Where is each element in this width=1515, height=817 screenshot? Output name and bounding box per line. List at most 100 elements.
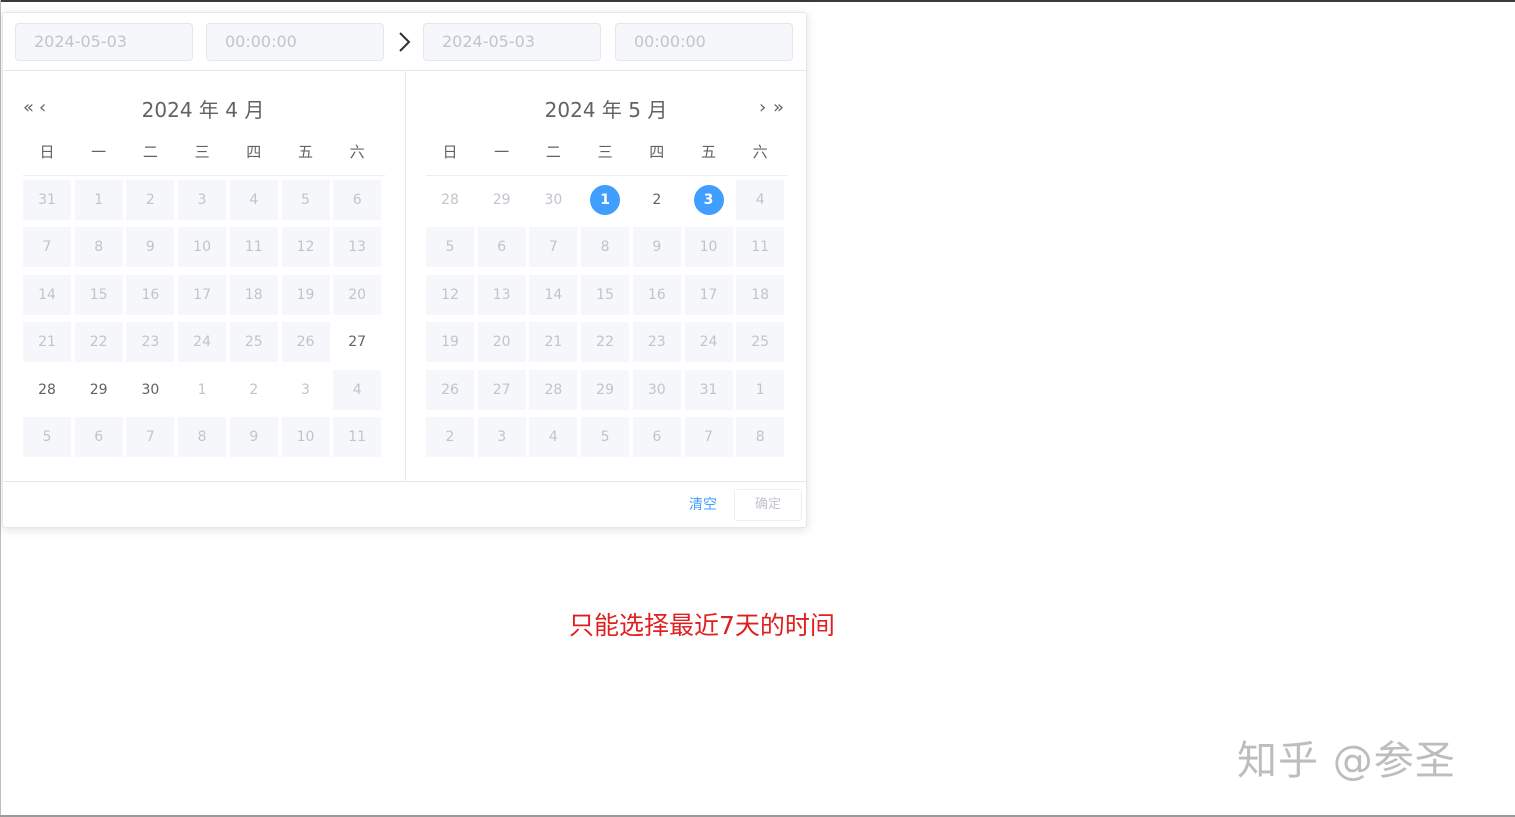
day-number: 22 — [596, 334, 614, 351]
day-number: 16 — [647, 286, 666, 303]
right-day-cell: 6 — [632, 417, 681, 457]
day-number: 29 — [596, 381, 614, 398]
left-day-cell[interactable]: 29 — [75, 370, 123, 410]
right-day-cell: 28 — [529, 369, 578, 410]
day-number: 13 — [492, 286, 511, 303]
left-day-cell[interactable]: 1 — [178, 370, 226, 410]
left-day-cell: 11 — [229, 227, 278, 268]
right-day-cell: 8 — [581, 227, 630, 268]
next-year-icon[interactable]: » — [773, 98, 784, 118]
right-day-cell: 15 — [581, 274, 630, 315]
left-day-cell: 11 — [333, 417, 382, 457]
left-day-cell[interactable]: 2 — [230, 370, 278, 410]
right-day-cell: 3 — [477, 417, 526, 457]
prev-month-icon[interactable]: ‹ — [39, 98, 46, 118]
day-number: 1 — [94, 192, 104, 208]
day-number: 28 — [544, 381, 563, 398]
day-number: 2 — [145, 192, 155, 208]
left-day-cell[interactable]: 27 — [333, 322, 381, 362]
left-day-cell: 20 — [333, 274, 382, 315]
right-day-cell: 26 — [426, 369, 474, 410]
left-day-cell[interactable]: 3 — [282, 370, 330, 410]
end-date-input[interactable]: 2024-05-03 — [423, 23, 601, 61]
right-day-cell: 20 — [477, 322, 526, 363]
day-number: 5 — [42, 429, 52, 445]
right-day-cell[interactable]: 1 — [581, 180, 629, 220]
day-number: 7 — [548, 239, 558, 256]
left-day-cell: 2 — [126, 180, 175, 220]
left-day-cell: 8 — [74, 227, 123, 268]
day-number: 1 — [755, 381, 765, 398]
start-time-input[interactable]: 00:00:00 — [206, 23, 384, 61]
day-number: 6 — [652, 429, 662, 445]
prev-year-icon[interactable]: « — [23, 98, 34, 118]
left-day-cell: 31 — [23, 180, 71, 220]
right-day-cell: 18 — [736, 274, 785, 315]
day-number: 23 — [647, 334, 666, 351]
right-day-cell: 27 — [477, 369, 526, 410]
day-number: 6 — [94, 429, 104, 445]
day-number: 3 — [497, 429, 507, 445]
right-month-title: 2024 年 5 月 — [544, 98, 668, 122]
day-number: 27 — [348, 334, 367, 351]
end-time-input[interactable]: 00:00:00 — [615, 23, 793, 61]
range-input-header: 2024-05-03 00:00:00 2024-05-03 00:00:00 — [3, 13, 806, 71]
day-number: 20 — [348, 286, 367, 303]
left-day-cell[interactable]: 30 — [126, 370, 174, 410]
day-number: 2 — [249, 381, 259, 398]
day-number: 26 — [296, 334, 315, 351]
right-day-cell[interactable]: 2 — [633, 180, 681, 220]
left-day-cell: 18 — [229, 274, 278, 315]
right-day-cell: 25 — [736, 322, 785, 363]
right-day-cell: 9 — [632, 227, 681, 268]
date-range-picker: 2024-05-03 00:00:00 2024-05-03 00:00:00 … — [2, 12, 807, 528]
day-number: 7 — [42, 239, 52, 256]
start-date-input[interactable]: 2024-05-03 — [15, 23, 193, 61]
left-day-cell: 1 — [74, 180, 123, 220]
clear-button[interactable]: 清空 — [689, 494, 717, 514]
day-number: 29 — [492, 192, 511, 208]
day-number: 10 — [193, 239, 211, 256]
confirm-button[interactable]: 确定 — [734, 489, 802, 521]
day-number: 20 — [492, 334, 511, 351]
right-weekday-header: 三 — [597, 143, 613, 161]
day-number: 9 — [652, 239, 662, 256]
day-number: 9 — [145, 239, 155, 256]
next-month-icon[interactable]: › — [759, 98, 766, 118]
right-weekday-header: 六 — [752, 143, 768, 161]
right-day-cell: 1 — [736, 369, 785, 410]
day-number: 14 — [544, 286, 563, 303]
day-number: 6 — [352, 192, 362, 208]
day-number: 17 — [193, 286, 211, 303]
day-number: 28 — [441, 192, 459, 208]
right-day-cell: 16 — [632, 274, 681, 315]
day-number: 10 — [296, 429, 315, 445]
day-number: 4 — [755, 192, 765, 208]
right-day-cell[interactable]: 3 — [685, 180, 733, 220]
day-number: 12 — [441, 286, 459, 303]
day-number: 25 — [751, 334, 770, 351]
right-day-cell: 12 — [426, 274, 474, 315]
day-number: 1 — [197, 381, 207, 398]
day-number: 5 — [301, 192, 310, 208]
day-number: 18 — [751, 286, 770, 303]
right-day-cell[interactable]: 30 — [529, 180, 577, 220]
left-day-cell: 21 — [23, 322, 71, 363]
left-day-cell: 14 — [23, 274, 71, 315]
left-day-cell[interactable]: 28 — [23, 370, 71, 410]
watermark: 知乎 @参圣 — [1237, 738, 1456, 784]
right-weekday-header: 四 — [649, 143, 665, 161]
weekday-divider — [23, 175, 385, 176]
day-number: 2 — [445, 429, 455, 445]
left-weekday-header: 四 — [246, 143, 262, 161]
day-number: 24 — [699, 334, 718, 351]
right-day-cell[interactable]: 29 — [478, 180, 526, 220]
right-day-cell: 5 — [581, 417, 630, 457]
restriction-note: 只能选择最近7天的时间 — [569, 611, 835, 640]
left-day-cell: 25 — [229, 322, 278, 363]
right-day-cell[interactable]: 28 — [426, 180, 474, 220]
footer-divider — [3, 481, 806, 482]
day-number: 24 — [193, 334, 211, 351]
day-number: 8 — [755, 429, 765, 445]
right-day-cell: 23 — [632, 322, 681, 363]
